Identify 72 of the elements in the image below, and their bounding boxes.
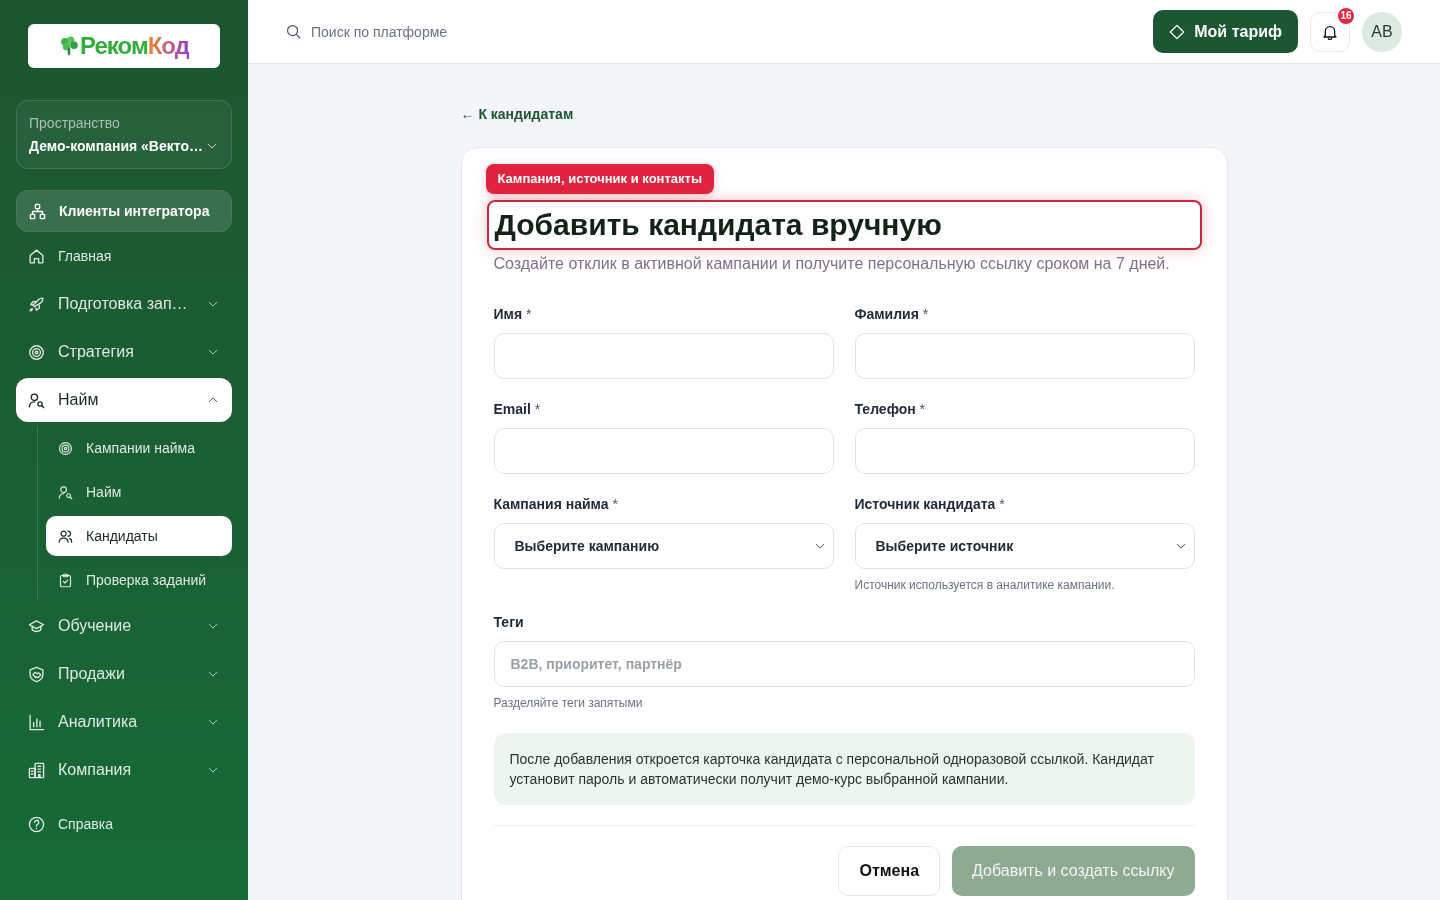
tree-icon (59, 36, 80, 56)
nav-item[interactable]: Подготовка зап… (16, 282, 232, 326)
nav-item[interactable]: Аналитика (16, 700, 232, 744)
nav-item[interactable]: Стратегия (16, 330, 232, 374)
field-label: Телефон * (854, 401, 927, 417)
target-icon (58, 440, 73, 456)
logo[interactable]: РекомКод (28, 24, 220, 68)
cancel-button[interactable]: Отмена (838, 846, 941, 896)
input-field[interactable] (493, 333, 834, 379)
nav-subitem[interactable]: Найм (46, 472, 232, 512)
back-link[interactable]: ← К кандидатам (460, 104, 574, 124)
nav-item[interactable]: Найм (16, 378, 232, 422)
bar-chart-icon (28, 713, 45, 731)
person-search-icon (28, 391, 45, 409)
nav-item[interactable]: Компания (16, 748, 232, 792)
field-label: Теги (493, 614, 525, 630)
building-icon (28, 761, 45, 779)
field-label: Имя * (493, 306, 533, 322)
search-field[interactable]: Поиск по платформе (311, 23, 571, 40)
select-field[interactable]: Выберите источник (854, 523, 1195, 569)
graduation-cap-icon (28, 617, 45, 635)
shield-icon (28, 665, 45, 683)
clipboard-check-icon (58, 572, 73, 588)
chevron-up-icon (208, 395, 218, 405)
page-title: Добавить кандидата вручную (486, 200, 1202, 250)
workspace-selector[interactable]: Пространство Демо-компания «Векто… (16, 100, 232, 169)
help-circle-icon (28, 815, 45, 833)
network-icon (29, 202, 46, 220)
nav-subitem[interactable]: Кандидаты (46, 516, 232, 556)
workspace-label: Пространство (29, 115, 121, 131)
nav-subitem[interactable]: Проверка заданий (46, 560, 232, 600)
field-label: Кампания найма * (493, 496, 619, 512)
chevron-down-icon (206, 141, 217, 151)
input-field[interactable] (493, 428, 834, 474)
field-label: Источник кандидата * (854, 496, 1006, 512)
field-label: Фамилия * (854, 306, 930, 322)
field-hint: Источник используется в аналитике кампании. (854, 578, 1116, 592)
nav-subitem[interactable]: Кампании найма (46, 428, 232, 468)
person-search-icon (58, 484, 73, 500)
workspace-name: Демо-компания «Векто… (29, 138, 203, 154)
input-field[interactable] (854, 428, 1195, 474)
chevron-down-icon (208, 299, 218, 309)
chevron-down-icon (1175, 541, 1186, 551)
nav-item[interactable]: Обучение (16, 604, 232, 648)
nav-item[interactable]: Справка (16, 802, 232, 846)
chevron-down-icon (208, 669, 218, 679)
nav-item[interactable]: Главная (16, 234, 232, 278)
home-icon (28, 247, 45, 265)
tags-field[interactable]: B2B, приоритет, партнёр (493, 641, 1195, 687)
chevron-down-icon (208, 621, 218, 631)
chevron-down-icon (208, 765, 218, 775)
input-field[interactable] (854, 333, 1195, 379)
notification-count: 16 (1336, 5, 1356, 26)
chevron-down-icon (814, 541, 825, 551)
page-subtitle: Создайте отклик в активной кампании и получите персональную ссылку сроком на 7 дней. (493, 254, 1171, 274)
user-avatar[interactable]: АВ (1362, 11, 1402, 52)
rocket-icon (28, 295, 45, 313)
diamond-icon (1169, 23, 1186, 40)
target-icon (28, 343, 45, 361)
users-icon (58, 528, 73, 544)
select-field[interactable]: Выберите кампанию (493, 523, 834, 569)
plan-button[interactable]: Мой тариф (1153, 10, 1298, 53)
field-hint: Разделяйте теги запятыми (493, 696, 644, 710)
integrator-clients-button[interactable]: Клиенты интегратора (16, 190, 232, 232)
bell-icon (1322, 23, 1338, 40)
search-icon (286, 24, 301, 39)
field-label: Email * (493, 401, 542, 417)
nav-item[interactable]: Продажи (16, 652, 232, 696)
chevron-down-icon (208, 347, 218, 357)
chevron-down-icon (208, 717, 218, 727)
tour-badge: Кампания, источник и контакты (485, 164, 715, 194)
info-notice: После добавления откроется карточка кандидата с персональной одноразовой ссылкой. Кандидат установит пароль и автоматически получит демо-курс выбранной кампании. (493, 733, 1195, 805)
